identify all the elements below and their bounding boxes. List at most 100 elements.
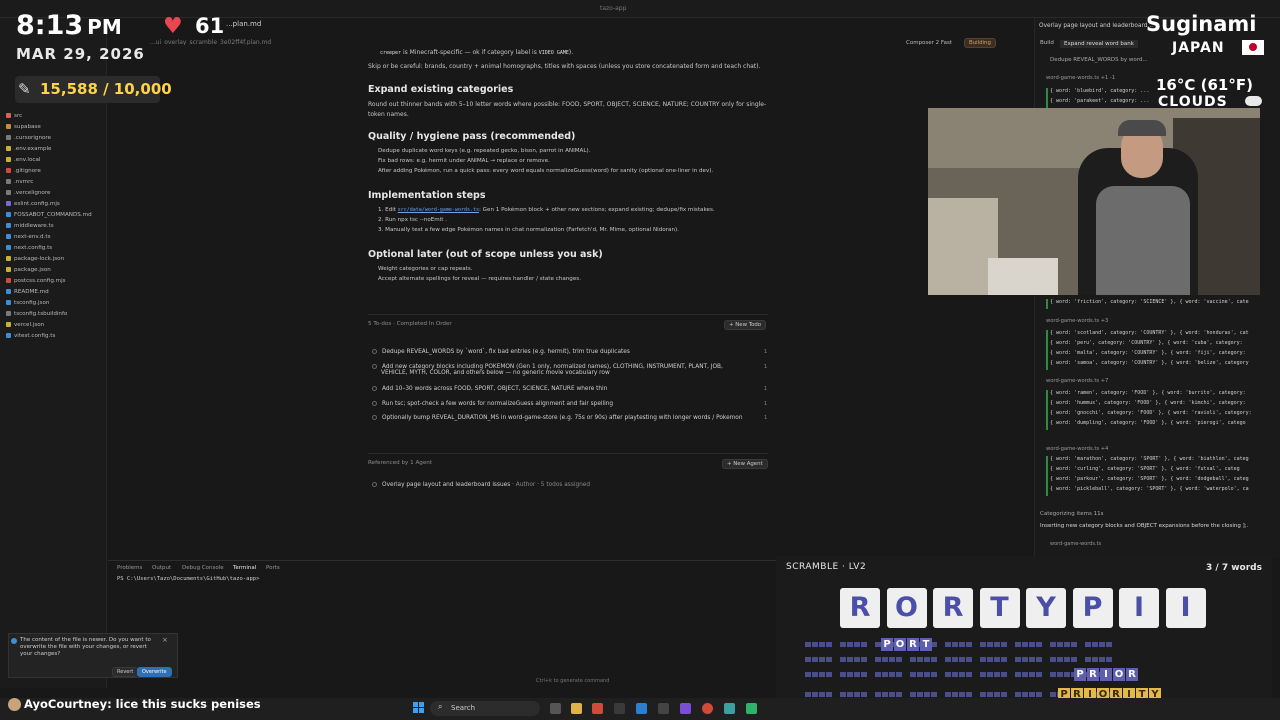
file-tree-item[interactable]: src bbox=[6, 113, 22, 119]
code-line: { word: 'marathon', category: 'SPORT' },… bbox=[1050, 456, 1249, 462]
app-icon[interactable] bbox=[746, 703, 757, 714]
task-view-icon[interactable] bbox=[550, 703, 561, 714]
file-tree-item[interactable]: vitest.config.ts bbox=[6, 333, 55, 339]
code-line: { word: 'samoa', category: 'COUNTRY' }, … bbox=[1050, 360, 1249, 366]
diff-file-header[interactable]: word-game-words.ts +7 bbox=[1046, 378, 1108, 384]
todo-item[interactable]: Add new category blocks including POKEMO… bbox=[372, 364, 723, 376]
file-icon bbox=[6, 212, 11, 217]
code-line: { word: 'scotland', category: 'COUNTRY' … bbox=[1050, 330, 1249, 336]
new-agent-button[interactable]: + New Agent bbox=[722, 459, 768, 469]
file-name: README.md bbox=[14, 289, 49, 295]
file-tree-item[interactable]: .cursorignore bbox=[6, 135, 51, 141]
file-tree-item[interactable]: vercel.json bbox=[6, 322, 44, 328]
new-todo-button[interactable]: + New Todo bbox=[724, 320, 767, 330]
todo-checkbox-icon[interactable] bbox=[372, 386, 377, 391]
revert-button[interactable]: Revert bbox=[112, 667, 139, 677]
file-link[interactable]: src/data/word-game-words.ts bbox=[398, 207, 479, 213]
app-icon[interactable] bbox=[592, 703, 603, 714]
file-tree-item[interactable]: .nvmrc bbox=[6, 179, 33, 185]
file-name: .nvmrc bbox=[14, 179, 34, 185]
file-tree-item[interactable]: supabase bbox=[6, 124, 41, 130]
file-header: word-game-words.ts bbox=[1050, 541, 1102, 547]
file-name: supabase bbox=[14, 124, 41, 130]
tab-output[interactable]: Output bbox=[152, 565, 171, 571]
todo-item[interactable]: Optionally bump REVEAL_DURATION_MS in wo… bbox=[372, 415, 743, 421]
file-tree-item[interactable]: FOSSABOT_COMMANDS.md bbox=[6, 212, 92, 218]
cursor-icon[interactable] bbox=[658, 703, 669, 714]
file-tree-item[interactable]: package-lock.json bbox=[6, 256, 64, 262]
diff-file-header[interactable]: word-game-words.ts +1 -1 bbox=[1046, 75, 1115, 81]
expand-chip[interactable]: Expand reveal word bank bbox=[1060, 40, 1138, 48]
taskbar-search[interactable] bbox=[430, 701, 540, 716]
todo-item[interactable]: Dedupe REVEAL_WORDS by `word`, fix bad e… bbox=[372, 349, 630, 355]
chrome-icon[interactable] bbox=[702, 703, 713, 714]
file-icon bbox=[6, 201, 11, 206]
todo-item[interactable]: Add 10–30 words across FOOD, SPORT, OBJE… bbox=[372, 386, 607, 392]
composer-select[interactable]: Composer 2 Fast bbox=[906, 40, 952, 46]
file-tree-item[interactable]: next-env.d.ts bbox=[6, 234, 51, 240]
tab-terminal[interactable]: Terminal bbox=[233, 565, 256, 571]
app-icon[interactable] bbox=[680, 703, 691, 714]
build-label: Build bbox=[1040, 40, 1054, 46]
terminal-hint: Ctrl+k to generate command bbox=[536, 678, 610, 684]
location-country: JAPAN bbox=[1172, 40, 1225, 56]
tab-problems[interactable]: Problems bbox=[117, 565, 142, 571]
todo-checkbox-icon[interactable] bbox=[372, 401, 377, 406]
file-icon bbox=[6, 256, 11, 261]
file-tree-item[interactable]: next.config.ts bbox=[6, 245, 52, 251]
agent-item[interactable]: Overlay page layout and leaderboard issu… bbox=[372, 482, 590, 488]
avatar bbox=[8, 698, 21, 711]
file-tree-item[interactable]: postcss.config.mjs bbox=[6, 278, 66, 284]
vscode-icon[interactable] bbox=[636, 703, 647, 714]
todo-count: 1 bbox=[764, 349, 768, 355]
todo-text: Dedupe REVEAL_WORDS by `word`, fix bad e… bbox=[382, 349, 630, 355]
file-tree-item[interactable]: tsconfig.json bbox=[6, 300, 49, 306]
file-name: .env.local bbox=[14, 157, 41, 163]
doc-line: token names. bbox=[368, 111, 409, 118]
file-name: .cursorignore bbox=[14, 135, 52, 141]
todo-checkbox-icon[interactable] bbox=[372, 415, 377, 420]
file-tree-item[interactable]: package.json bbox=[6, 267, 51, 273]
file-tree-item[interactable]: .vercelignore bbox=[6, 190, 50, 196]
file-name: .gitignore bbox=[14, 168, 41, 174]
file-tree-item[interactable]: .env.example bbox=[6, 146, 52, 152]
step: 2. Run npx tsc --noEmit . bbox=[378, 217, 448, 223]
diff-file-header[interactable]: word-game-words.ts +4 bbox=[1046, 446, 1108, 452]
tab-debug-console[interactable]: Debug Console bbox=[182, 565, 224, 571]
todo-checkbox-icon[interactable] bbox=[372, 349, 377, 354]
file-tree-item[interactable]: eslint.config.mjs bbox=[6, 201, 60, 207]
chat-message: AyoCourtney: lice this sucks penises bbox=[8, 697, 261, 711]
letter-tile: P bbox=[1072, 588, 1113, 628]
file-tree-item[interactable]: README.md bbox=[6, 289, 49, 295]
file-explorer-icon[interactable] bbox=[571, 703, 582, 714]
app-icon[interactable] bbox=[614, 703, 625, 714]
overwrite-button[interactable]: Overwrite bbox=[137, 667, 172, 677]
file-tree-item[interactable]: .env.local bbox=[6, 157, 40, 163]
close-icon[interactable]: × bbox=[162, 636, 168, 644]
file-tree-item[interactable]: tsconfig.tsbuildinfo bbox=[6, 311, 67, 317]
letter-tile: T bbox=[979, 588, 1020, 628]
windows-start-icon[interactable] bbox=[413, 702, 425, 714]
app-icon[interactable] bbox=[724, 703, 735, 714]
file-icon bbox=[6, 146, 11, 151]
terminal-prompt[interactable]: PS C:\Users\Tazo\Documents\GitHub\tazo-a… bbox=[117, 576, 259, 582]
code-line: { word: 'pickleball', category: 'SPORT' … bbox=[1050, 486, 1249, 492]
location-city: Suginami bbox=[1146, 12, 1257, 36]
file-tree-item[interactable]: middleware.ts bbox=[6, 223, 54, 229]
building-badge: Building bbox=[964, 38, 996, 48]
diff-added-gutter bbox=[1046, 456, 1048, 496]
todo-item[interactable]: Run tsc; spot-check a few words for norm… bbox=[372, 401, 613, 407]
todo-count: 1 bbox=[764, 364, 768, 370]
diff-file-header[interactable]: word-game-words.ts +3 bbox=[1046, 318, 1108, 324]
file-name: vitest.config.ts bbox=[14, 333, 56, 339]
todo-text: Add 10–30 words across FOOD, SPORT, OBJE… bbox=[382, 386, 608, 392]
file-tree-item[interactable]: .gitignore bbox=[6, 168, 41, 174]
agent-title: Overlay page layout and leaderboard... bbox=[1039, 23, 1154, 29]
heading-impl: Implementation steps bbox=[368, 190, 486, 201]
file-name: postcss.config.mjs bbox=[14, 278, 66, 284]
agent-status-icon bbox=[372, 482, 377, 487]
todo-checkbox-icon[interactable] bbox=[372, 364, 377, 369]
tab-ports[interactable]: Ports bbox=[266, 565, 280, 571]
file-icon bbox=[6, 223, 11, 228]
editor-tab-plan[interactable]: ...plan.md bbox=[226, 20, 261, 34]
